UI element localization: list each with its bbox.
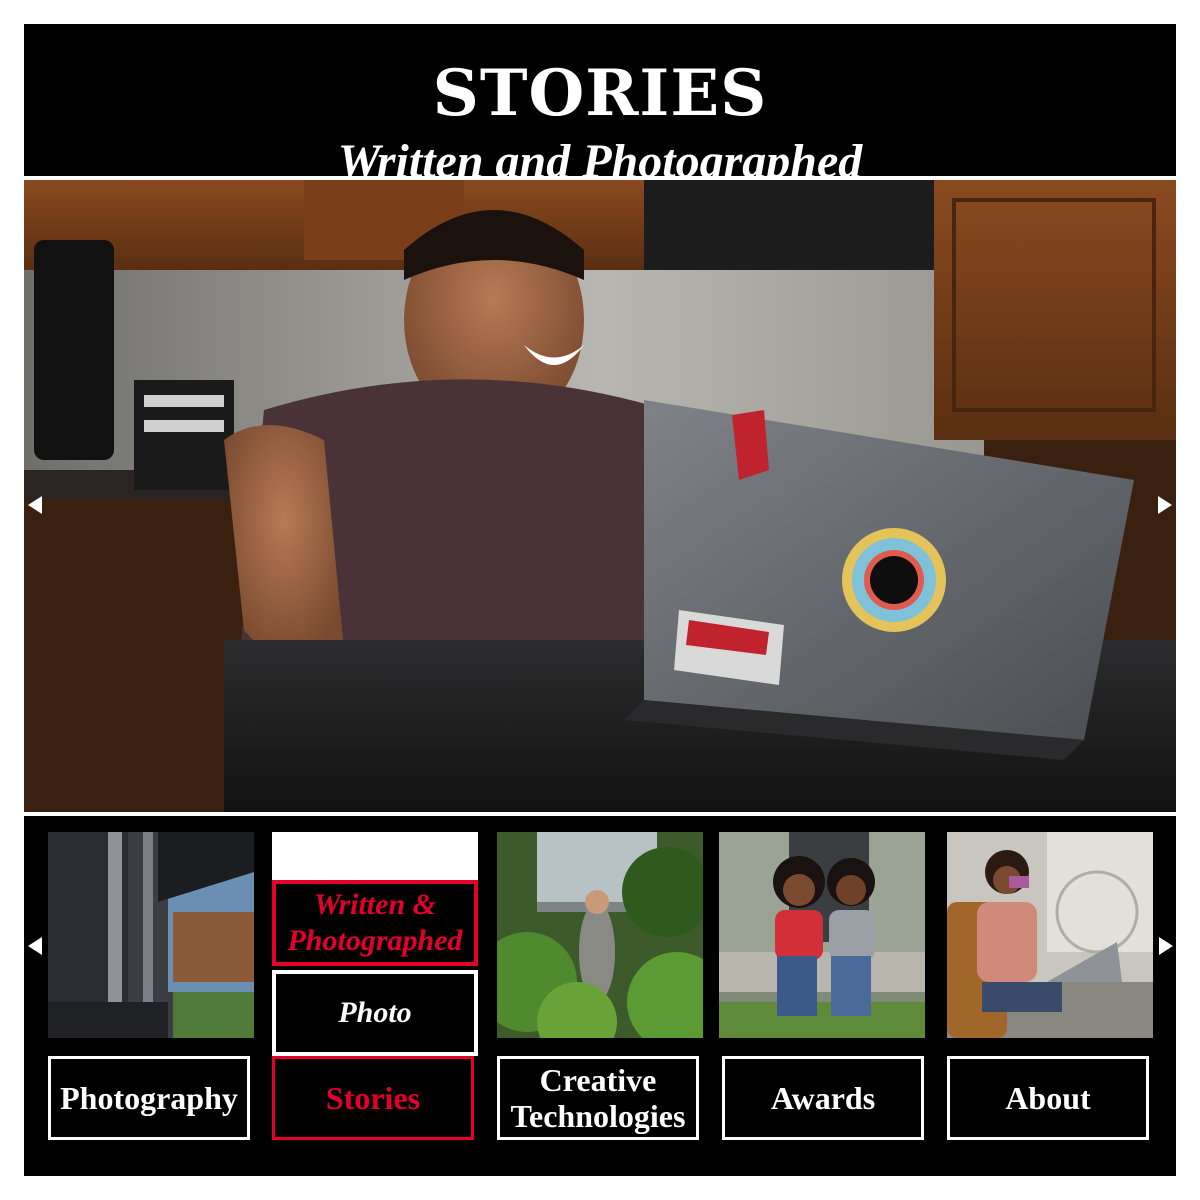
nav-button-photography-label: Photography bbox=[60, 1080, 238, 1116]
submenu-item-written-line1: Written & bbox=[314, 888, 436, 921]
submenu-top-panel bbox=[272, 832, 478, 880]
awards-thumbnail[interactable] bbox=[719, 832, 925, 1038]
submenu-item-photo[interactable]: Photo bbox=[272, 970, 478, 1056]
hero-prev-arrow-icon[interactable] bbox=[28, 496, 42, 514]
page-header: STORIES Written and Photographed bbox=[24, 24, 1176, 188]
submenu-item-written-photographed[interactable]: Written & Photographed bbox=[272, 880, 478, 966]
hero-photo bbox=[24, 180, 1176, 812]
nav-button-stories[interactable]: Stories bbox=[272, 1056, 474, 1140]
nav-button-about-label: About bbox=[1005, 1080, 1091, 1116]
nav-button-awards-label: Awards bbox=[770, 1080, 876, 1116]
submenu-item-written-line2: Photographed bbox=[287, 924, 463, 957]
about-thumbnail[interactable] bbox=[947, 832, 1153, 1038]
nav-next-arrow-icon[interactable] bbox=[1159, 937, 1173, 955]
nav-button-creative-label-line1: Creative bbox=[539, 1062, 657, 1098]
hero-next-arrow-icon[interactable] bbox=[1158, 496, 1172, 514]
page-title: STORIES bbox=[432, 56, 768, 131]
nav-button-stories-label: Stories bbox=[325, 1080, 421, 1116]
photography-thumbnail[interactable] bbox=[48, 832, 254, 1038]
hero-slideshow bbox=[24, 180, 1176, 812]
nav-button-about[interactable]: About bbox=[947, 1056, 1149, 1140]
nav-button-creative-label-line2: Technologies bbox=[510, 1098, 686, 1134]
nav-button-creative-technologies[interactable]: Creative Technologies bbox=[497, 1056, 699, 1140]
nav-button-photography[interactable]: Photography bbox=[48, 1056, 250, 1140]
submenu-item-photo-label: Photo bbox=[338, 996, 412, 1029]
nav-prev-arrow-icon[interactable] bbox=[28, 937, 42, 955]
creative-technologies-thumbnail[interactable] bbox=[497, 832, 703, 1038]
nav-bar: Photography Written & Photographed Photo… bbox=[24, 816, 1176, 1176]
nav-button-awards[interactable]: Awards bbox=[722, 1056, 924, 1140]
